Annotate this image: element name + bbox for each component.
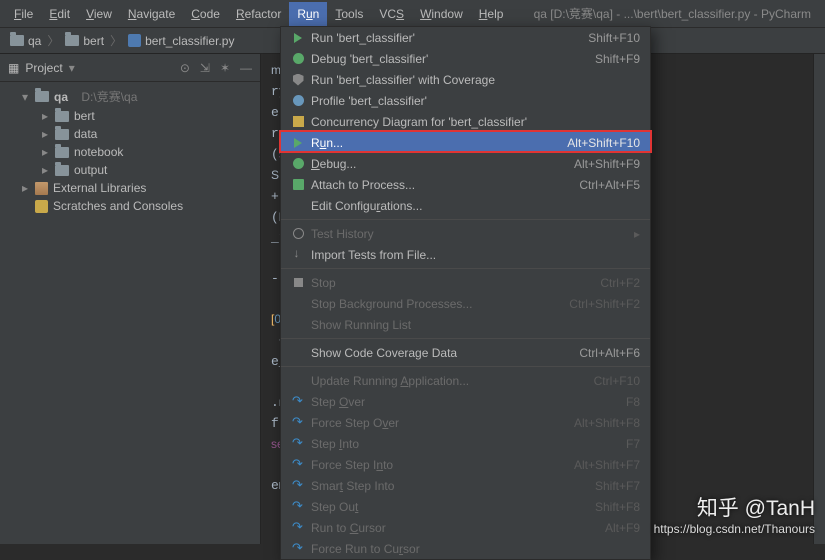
menu-item: Update Running Application...Ctrl+F10 [281, 370, 650, 391]
tree-item[interactable]: ▸bert [0, 107, 260, 125]
menu-item: Step OutShift+F8 [281, 496, 650, 517]
menu-item[interactable]: Show Code Coverage DataCtrl+Alt+F6 [281, 342, 650, 363]
tri-green-icon [294, 33, 302, 43]
menu-item[interactable]: Concurrency Diagram for 'bert_classifier… [281, 111, 650, 132]
conc-icon [293, 116, 304, 127]
window-title: qa [D:\竞赛\qa] - ...\bert\bert_classifier… [534, 5, 819, 22]
menu-item: Smart Step IntoShift+F7 [281, 475, 650, 496]
menu-window[interactable]: Window [412, 2, 471, 26]
step-icon [292, 439, 304, 449]
crumb-file[interactable]: bert_classifier.py [124, 32, 238, 50]
tree-item[interactable]: ▸output [0, 161, 260, 179]
bug-green-icon [293, 158, 304, 169]
shield-icon [293, 74, 304, 86]
scratch-icon [35, 200, 48, 213]
tree-external-libs[interactable]: ▸External Libraries [0, 179, 260, 197]
tree-item[interactable]: ▸notebook [0, 143, 260, 161]
chevron-icon: 〉 [47, 32, 59, 49]
folder-icon [55, 111, 69, 122]
step-icon [292, 481, 304, 491]
dl-icon [293, 249, 304, 260]
folder-icon [65, 35, 79, 46]
clock-icon [293, 228, 304, 239]
menu-run[interactable]: Run [289, 2, 327, 26]
menu-item[interactable]: Run 'bert_classifier' with Coverage [281, 69, 650, 90]
menu-view[interactable]: View [78, 2, 120, 26]
project-tree: ▾qa D:\竞赛\qa ▸bert▸data▸notebook▸output … [0, 82, 260, 219]
proc-icon [293, 179, 304, 190]
menu-item[interactable]: Run...Alt+Shift+F10 [281, 132, 650, 153]
sq-icon [294, 278, 303, 287]
hide-icon[interactable]: — [240, 61, 252, 75]
python-file-icon [128, 34, 141, 47]
tree-scratches[interactable]: Scratches and Consoles [0, 197, 260, 215]
menu-code[interactable]: Code [183, 2, 228, 26]
project-sidebar: ▦ Project ▾ ⊙ ⇲ ✶ — ▾qa D:\竞赛\qa ▸bert▸d… [0, 54, 261, 544]
library-icon [35, 182, 48, 195]
sidebar-header[interactable]: ▦ Project ▾ ⊙ ⇲ ✶ — [0, 54, 260, 82]
tree-root[interactable]: ▾qa D:\竞赛\qa [0, 86, 260, 107]
step-icon [292, 397, 304, 407]
step-icon [292, 502, 304, 512]
menu-edit[interactable]: Edit [41, 2, 78, 26]
step-icon [292, 544, 304, 554]
menu-tools[interactable]: Tools [327, 2, 371, 26]
menu-file[interactable]: File [6, 2, 41, 26]
step-icon [292, 418, 304, 428]
folder-icon [55, 165, 69, 176]
menubar: File Edit View Navigate Code Refactor Ru… [0, 0, 825, 28]
folder-icon [10, 35, 24, 46]
step-icon [292, 460, 304, 470]
menu-help[interactable]: Help [471, 2, 512, 26]
right-gutter [813, 54, 825, 544]
crumb-root[interactable]: qa [6, 32, 45, 50]
menu-item: Force Run to Cursor [281, 538, 650, 559]
gear-icon[interactable]: ✶ [220, 61, 230, 75]
project-tab-icon: ▦ [8, 61, 19, 75]
menu-item: Step IntoF7 [281, 433, 650, 454]
menu-item[interactable]: Import Tests from File... [281, 244, 650, 265]
menu-item[interactable]: Attach to Process...Ctrl+Alt+F5 [281, 174, 650, 195]
menu-item[interactable]: Edit Configurations... [281, 195, 650, 216]
run-menu-dropdown: Run 'bert_classifier'Shift+F10Debug 'ber… [280, 26, 651, 560]
chevron-down-icon[interactable]: ▾ [69, 61, 75, 75]
menu-item: StopCtrl+F2 [281, 272, 650, 293]
menu-item: Run to CursorAlt+F9 [281, 517, 650, 538]
step-icon [292, 523, 304, 533]
menu-item[interactable]: Debug...Alt+Shift+F9 [281, 153, 650, 174]
menu-item: Show Running List [281, 314, 650, 335]
tree-item[interactable]: ▸data [0, 125, 260, 143]
menu-item: Stop Background Processes...Ctrl+Shift+F… [281, 293, 650, 314]
menu-item: Force Step IntoAlt+Shift+F7 [281, 454, 650, 475]
bug-green-icon [293, 53, 304, 64]
menu-vcs[interactable]: VCS [371, 2, 412, 26]
menu-refactor[interactable]: Refactor [228, 2, 289, 26]
tri-green-icon [294, 138, 302, 148]
crumb-folder[interactable]: bert [61, 32, 108, 50]
menu-item: Test History ▸ [281, 223, 650, 244]
menu-item[interactable]: Profile 'bert_classifier' [281, 90, 650, 111]
menu-item: Force Step OverAlt+Shift+F8 [281, 412, 650, 433]
prof-icon [293, 95, 304, 106]
folder-icon [55, 129, 69, 140]
menu-item[interactable]: Debug 'bert_classifier'Shift+F9 [281, 48, 650, 69]
chevron-icon: 〉 [110, 32, 122, 49]
folder-icon [55, 147, 69, 158]
menu-navigate[interactable]: Navigate [120, 2, 183, 26]
collapse-icon[interactable]: ⇲ [200, 61, 210, 75]
target-icon[interactable]: ⊙ [180, 61, 190, 75]
menu-item[interactable]: Run 'bert_classifier'Shift+F10 [281, 27, 650, 48]
menu-item: Step OverF8 [281, 391, 650, 412]
folder-icon [35, 91, 49, 102]
